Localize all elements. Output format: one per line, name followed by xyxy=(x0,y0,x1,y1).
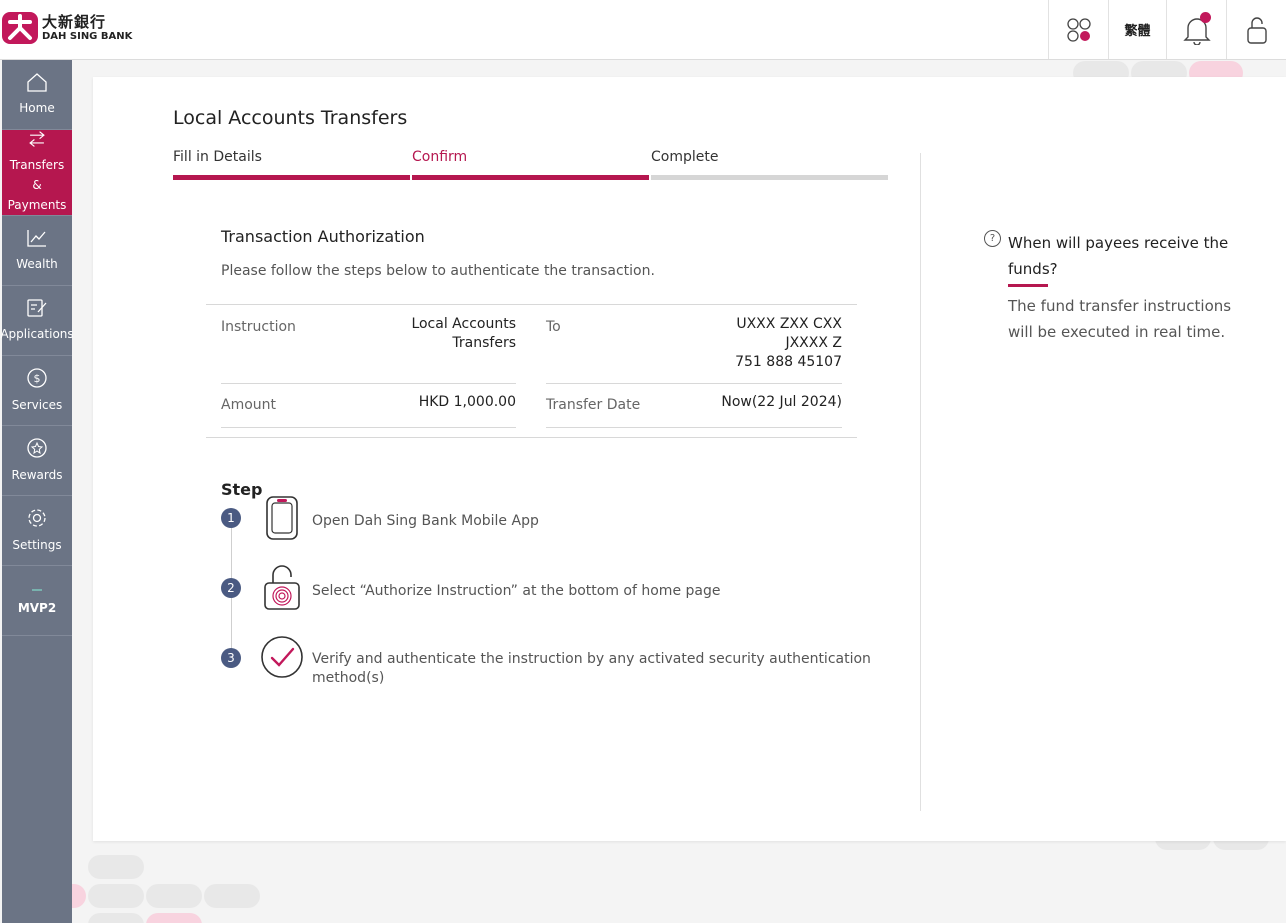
sidebar-item-label: Home xyxy=(19,100,55,115)
sidebar-item-settings[interactable]: Settings xyxy=(2,496,72,566)
sidebar-item-applications[interactable]: Applications xyxy=(0,286,74,356)
faq-question[interactable]: When will payees receive the funds? xyxy=(1008,230,1238,282)
instruction-value-line: Local Accounts xyxy=(411,316,516,332)
amount-value: HKD 1,000.00 xyxy=(418,394,516,410)
to-value: UXXX ZXX CXX JXXXX Z 751 888 45107 xyxy=(682,315,842,372)
bank-logo-icon xyxy=(2,12,38,44)
progress-steps: Fill in Details Confirm Complete xyxy=(173,149,890,180)
logout-button[interactable] xyxy=(1226,0,1286,59)
guide-step-text: Select “Authorize Instruction” at the bo… xyxy=(312,583,721,599)
dollar-icon: $ xyxy=(27,367,47,388)
sidebar-item-label: Services xyxy=(11,397,63,412)
row-divider xyxy=(546,427,842,428)
mvp-icon xyxy=(32,588,42,591)
edit-document-icon xyxy=(27,298,47,317)
sidebar-item-transfers-payments[interactable]: Transfers & Payments xyxy=(2,130,72,216)
notification-badge xyxy=(1200,12,1211,23)
sidebar-item-label: Applications xyxy=(0,326,74,341)
page-title: Local Accounts Transfers xyxy=(173,107,408,129)
apps-button[interactable] xyxy=(1048,0,1108,59)
sidebar-item-rewards[interactable]: Rewards xyxy=(2,426,72,496)
fingerprint-lock-icon xyxy=(264,565,300,610)
step-bar xyxy=(651,175,888,180)
amount-label: Amount xyxy=(221,397,277,413)
sidebar-item-label: MVP2 xyxy=(17,600,57,615)
step-label: Fill in Details xyxy=(173,149,262,165)
sidebar-item-label: Wealth xyxy=(16,256,58,271)
sidebar: Home Transfers & Payments Wealth Applica… xyxy=(0,60,74,923)
step-label: Confirm xyxy=(412,149,468,165)
guide-step-number: 2 xyxy=(221,578,241,598)
bank-name-en: DAH SING BANK xyxy=(42,30,133,42)
row-divider xyxy=(221,427,516,428)
mobile-phone-icon xyxy=(266,496,298,540)
instruction-label: Instruction xyxy=(221,319,296,335)
sidebar-item-label: Settings xyxy=(12,537,62,552)
step-fill-in-details: Fill in Details xyxy=(173,149,412,180)
payee-account-number: 751 888 45107 xyxy=(735,354,842,370)
guide-heading: Step xyxy=(221,480,263,499)
home-icon xyxy=(27,72,47,92)
step-bar xyxy=(412,175,649,180)
auth-title: Transaction Authorization xyxy=(221,227,425,246)
sidebar-item-label: Transfers & Payments xyxy=(7,158,67,212)
bank-logo[interactable]: 大新銀行 DAH SING BANK xyxy=(2,12,132,44)
notifications-button[interactable] xyxy=(1166,0,1226,59)
language-toggle[interactable]: 繁體 xyxy=(1108,0,1166,59)
guide-step-text: Verify and authenticate the instruction … xyxy=(312,651,871,686)
gear-icon xyxy=(28,508,46,527)
row-divider xyxy=(546,383,842,384)
transfer-icon xyxy=(29,131,45,147)
instruction-value-line: Transfers xyxy=(452,335,516,351)
step-bar xyxy=(173,175,410,180)
star-icon xyxy=(27,437,47,458)
guide-step-text: Open Dah Sing Bank Mobile App xyxy=(312,513,539,529)
guide-step-number: 3 xyxy=(221,648,241,668)
bank-name-cn: 大新銀行 xyxy=(42,12,107,31)
main-card: Local Accounts Transfers Fill in Details… xyxy=(93,77,1286,841)
apps-icon xyxy=(1066,17,1091,42)
step-label: Complete xyxy=(651,149,719,165)
table-bottom-divider xyxy=(206,437,857,438)
check-circle-icon xyxy=(261,636,303,678)
transfer-date-value: Now(22 Jul 2024) xyxy=(721,394,842,410)
guide-step-number: 1 xyxy=(221,508,241,528)
instruction-value: Local Accounts Transfers xyxy=(356,315,516,353)
faq-answer: The fund transfer instructions will be e… xyxy=(1008,297,1232,341)
sidebar-item-wealth[interactable]: Wealth xyxy=(2,216,72,286)
chart-icon xyxy=(27,229,46,247)
sidebar-item-services[interactable]: $ Services xyxy=(2,356,72,426)
table-top-divider xyxy=(206,304,857,305)
faq-accent-line xyxy=(1008,284,1048,287)
column-divider xyxy=(920,153,921,811)
auth-subtitle: Please follow the steps below to authent… xyxy=(221,263,655,279)
top-bar: 大新銀行 DAH SING BANK 繁體 xyxy=(0,0,1286,60)
transfer-date-label: Transfer Date xyxy=(546,397,641,413)
row-divider xyxy=(221,383,516,384)
unlock-icon xyxy=(1246,16,1267,44)
sidebar-item-label: Rewards xyxy=(11,467,63,482)
sidebar-item-mvp2[interactable]: MVP2 xyxy=(2,566,72,636)
step-confirm: Confirm xyxy=(412,149,651,180)
help-icon: ? xyxy=(984,230,1001,247)
to-label: To xyxy=(546,319,561,335)
svg-text:$: $ xyxy=(34,372,41,385)
payee-name-line: UXXX ZXX CXX xyxy=(736,316,842,332)
payee-name-line: JXXXX Z xyxy=(785,335,842,351)
step-complete: Complete xyxy=(651,149,890,180)
sidebar-item-home[interactable]: Home xyxy=(2,60,72,130)
